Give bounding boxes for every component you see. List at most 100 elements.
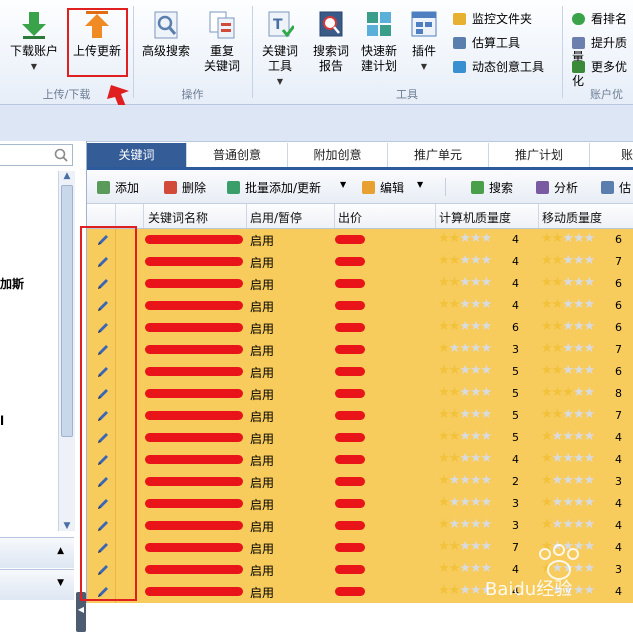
view-rank-button[interactable]: 看排名	[572, 12, 627, 26]
quick-new-plan-button[interactable]: 快速新 建计划	[356, 10, 402, 74]
pc-quality-value: 3	[512, 497, 519, 510]
table-row[interactable]: 启用 ★★★★★ 4 ★★★★★ 7	[87, 251, 633, 274]
redacted-bid	[335, 587, 365, 596]
status-cell[interactable]: 启用	[250, 342, 274, 359]
tab-keywords[interactable]: 关键词	[87, 143, 187, 167]
table-row[interactable]: 启用 ★★★★★ 3 ★★★★★ 7	[87, 339, 633, 362]
plugin-label: 插件	[411, 44, 436, 58]
pc-quality-stars: ★★★★★	[438, 341, 492, 356]
edit-button[interactable]: 编辑	[362, 179, 404, 196]
status-cell[interactable]: 启用	[250, 276, 274, 293]
column-header-status[interactable]: 启用/暂停	[250, 209, 302, 226]
tab-normal-creative[interactable]: 普通创意	[187, 143, 288, 167]
pc-quality-stars: ★★★★★	[438, 275, 492, 290]
table-row[interactable]: 启用 ★★★★★ 4 ★★★★★ 6	[87, 295, 633, 318]
status-cell[interactable]: 启用	[250, 364, 274, 381]
status-cell[interactable]: 启用	[250, 320, 274, 337]
more-optimize-button[interactable]: 更多优化	[572, 60, 633, 88]
status-cell[interactable]: 启用	[250, 452, 274, 469]
scroll-up-icon[interactable]: ▲	[59, 171, 75, 185]
tree-item-text[interactable]: l	[0, 414, 4, 428]
table-row[interactable]: 启用 ★★★★★ 2 ★★★★★ 3	[87, 471, 633, 494]
status-cell[interactable]: 启用	[250, 254, 274, 271]
tree-scrollbar[interactable]: ▲ ▼	[58, 171, 75, 531]
estimate-label: 估	[619, 181, 632, 195]
table-row[interactable]: 启用 ★★★★★ 5 ★★★★★ 8	[87, 383, 633, 406]
table-row[interactable]: 启用 ★★★★★ 4 ★★★★★ 6	[87, 229, 633, 252]
add-button[interactable]: 添加	[97, 179, 139, 196]
status-cell[interactable]: 启用	[250, 430, 274, 447]
redacted-bid	[335, 301, 365, 310]
tab-extra-creative[interactable]: 附加创意	[288, 143, 388, 167]
grid-header: 关键词名称 启用/暂停 出价 计算机质量度 移动质量度	[87, 204, 633, 229]
redacted-keyword	[145, 389, 243, 398]
status-cell[interactable]: 启用	[250, 474, 274, 491]
panel-expand-button[interactable]: ▼	[0, 569, 74, 600]
table-row[interactable]: 启用 ★★★★★ 5 ★★★★★ 6	[87, 361, 633, 384]
table-row[interactable]: 启用 ★★★★★ 3 ★★★★★ 4	[87, 493, 633, 516]
table-row[interactable]: 启用 ★★★★★ 4 ★★★★★ 4	[87, 449, 633, 472]
search-term-report-button[interactable]: 搜索词 报告	[306, 10, 356, 74]
analyze-chart-icon	[536, 181, 549, 194]
column-header-keyword-name[interactable]: 关键词名称	[148, 209, 208, 226]
tab-account[interactable]: 账	[590, 143, 633, 167]
chevron-down-icon[interactable]: ▼	[404, 59, 444, 74]
scroll-thumb[interactable]	[61, 185, 73, 437]
delete-button[interactable]: 删除	[164, 179, 206, 196]
search-button[interactable]: 搜索	[471, 179, 513, 196]
status-cell[interactable]: 启用	[250, 386, 274, 403]
table-row[interactable]: 启用 ★★★★★ 6 ★★★★★ 6	[87, 317, 633, 340]
keyword-tool-button[interactable]: T 关键词 工具 ▼	[256, 10, 304, 89]
estimate-tool-button[interactable]: 估算工具	[453, 36, 520, 50]
download-account-button[interactable]: 下载账户 ▼	[6, 10, 62, 74]
status-cell[interactable]: 启用	[250, 408, 274, 425]
redacted-keyword	[145, 411, 243, 420]
table-row[interactable]: 启用 ★★★★★ 3 ★★★★★ 4	[87, 515, 633, 538]
dynamic-creative-tool-button[interactable]: 动态创意工具	[453, 60, 544, 74]
analyze-button[interactable]: 分析	[536, 179, 578, 196]
chevron-down-icon[interactable]: ▼	[417, 180, 423, 189]
table-row[interactable]: 启用 ★★★★★ 5 ★★★★★ 7	[87, 405, 633, 428]
status-cell[interactable]: 启用	[250, 298, 274, 315]
column-header-bid[interactable]: 出价	[338, 209, 362, 226]
pc-quality-stars: ★★★★★	[438, 495, 492, 510]
dynamic-creative-icon	[453, 61, 466, 73]
status-cell[interactable]: 启用	[250, 584, 274, 601]
rank-icon	[572, 13, 585, 25]
mobile-quality-stars: ★★★★★	[541, 495, 595, 510]
column-header-mobile-quality[interactable]: 移动质量度	[542, 209, 602, 226]
table-row[interactable]: 启用 ★★★★★ 4 ★★★★★ 6	[87, 273, 633, 296]
status-cell[interactable]: 启用	[250, 518, 274, 535]
advanced-search-button[interactable]: 高级搜索	[138, 10, 194, 59]
chevron-down-icon[interactable]: ▼	[340, 180, 346, 189]
pc-quality-stars: ★★★★★	[438, 253, 492, 268]
column-header-pc-quality[interactable]: 计算机质量度	[439, 209, 511, 226]
status-cell[interactable]: 启用	[250, 562, 274, 579]
more-optimize-icon	[572, 61, 585, 73]
estimate-button[interactable]: 估	[601, 179, 631, 196]
status-cell[interactable]: 启用	[250, 496, 274, 513]
pc-quality-value: 5	[512, 431, 519, 444]
search-icon[interactable]	[54, 148, 68, 162]
redacted-bid	[335, 543, 365, 552]
duplicate-keywords-button[interactable]: 重复 关键词	[196, 10, 248, 74]
redacted-bid	[335, 279, 365, 288]
quick-new-plan-label-1: 快速新	[360, 44, 397, 58]
status-cell[interactable]: 启用	[250, 540, 274, 557]
folder-icon	[453, 13, 466, 25]
mobile-quality-value: 8	[615, 387, 622, 400]
tab-ad-group[interactable]: 推广单元	[388, 143, 489, 167]
monitor-folder-button[interactable]: 监控文件夹	[453, 12, 532, 26]
redacted-keyword	[145, 565, 243, 574]
tree-item-text[interactable]: 加斯	[0, 275, 24, 292]
scroll-down-icon[interactable]: ▼	[59, 521, 75, 531]
column-separator	[115, 204, 116, 228]
batch-add-update-button[interactable]: 批量添加/更新	[227, 179, 321, 196]
panel-collapse-button[interactable]: ▲	[0, 537, 74, 568]
tree-search-input[interactable]	[0, 144, 73, 166]
table-row[interactable]: 启用 ★★★★★ 5 ★★★★★ 4	[87, 427, 633, 450]
plugin-button[interactable]: 插件 ▼	[404, 10, 444, 74]
status-cell[interactable]: 启用	[250, 232, 274, 249]
chevron-down-icon[interactable]: ▼	[6, 59, 62, 74]
tab-campaign[interactable]: 推广计划	[489, 143, 590, 167]
